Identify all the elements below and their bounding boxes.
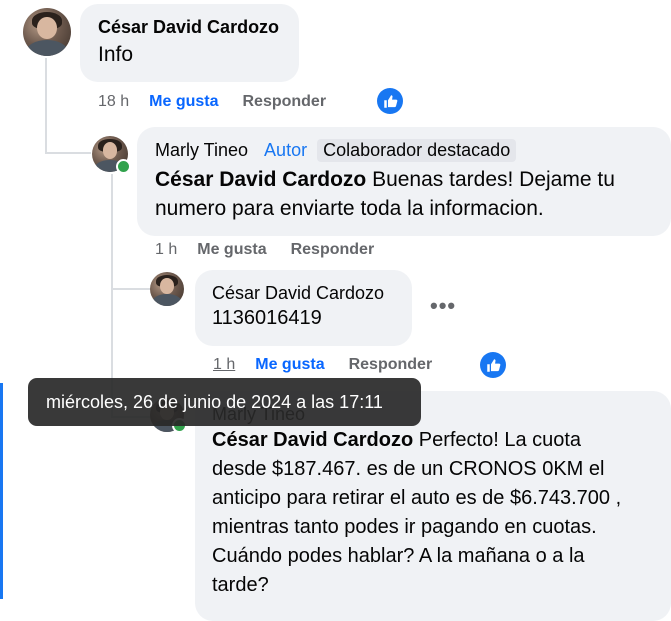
comment-text: César David Cardozo Buenas tardes! Dejam… (155, 168, 615, 220)
avatar[interactable] (150, 272, 184, 306)
like-button[interactable]: Me gusta (149, 93, 218, 111)
reply-button[interactable]: Responder (349, 356, 433, 374)
like-button[interactable]: Me gusta (255, 356, 324, 374)
thumbs-up-icon (383, 94, 397, 108)
comment-author[interactable]: Marly Tineo (155, 140, 248, 161)
timestamp-tooltip: miércoles, 26 de junio de 2024 a las 17:… (28, 378, 421, 426)
reply-button[interactable]: Responder (242, 93, 326, 111)
like-button[interactable]: Me gusta (197, 241, 266, 259)
comment-bubble: César David Cardozo Info (80, 4, 299, 82)
mention-link[interactable]: César David Cardozo (212, 429, 413, 451)
author-tag: Autor (264, 140, 308, 160)
comment-actions: 18 h Me gusta Responder (98, 93, 326, 111)
online-status-indicator (116, 159, 131, 174)
like-reaction-badge[interactable] (377, 88, 403, 114)
thread-line-sub (111, 174, 113, 289)
comment-bubble: César David Cardozo 1136016419 (195, 270, 412, 346)
comment-bubble: Marly Tineo Autor Colaborador destacado … (137, 127, 671, 236)
avatar[interactable] (23, 8, 71, 56)
comment-actions: 1 h Me gusta Responder (213, 356, 432, 374)
comment-time[interactable]: 18 h (98, 93, 129, 111)
like-reaction-badge[interactable] (480, 352, 506, 378)
comment-author[interactable]: César David Cardozo (212, 283, 412, 304)
comment-text: Info (98, 43, 134, 66)
mention-link[interactable]: César David Cardozo (155, 168, 366, 191)
comment-text: César David Cardozo Perfecto! La cuota d… (212, 429, 622, 596)
comment-time[interactable]: 1 h (213, 356, 235, 374)
comment-actions: 1 h Me gusta Responder (155, 241, 374, 259)
thumbs-up-icon (486, 358, 500, 372)
comment-time[interactable]: 1 h (155, 241, 177, 259)
comment-author[interactable]: César David Cardozo (98, 17, 299, 38)
more-horizontal-icon: ••• (430, 293, 457, 318)
reply-button[interactable]: Responder (291, 241, 375, 259)
thread-line-branch-1 (45, 152, 91, 154)
thread-line-branch-2 (111, 288, 151, 290)
top-contributor-badge[interactable]: Colaborador destacado (317, 139, 517, 162)
focus-edge-indicator (0, 383, 3, 599)
thread-line-main (45, 58, 47, 154)
more-options-button[interactable]: ••• (430, 293, 456, 319)
comment-text: 1136016419 (212, 307, 322, 329)
